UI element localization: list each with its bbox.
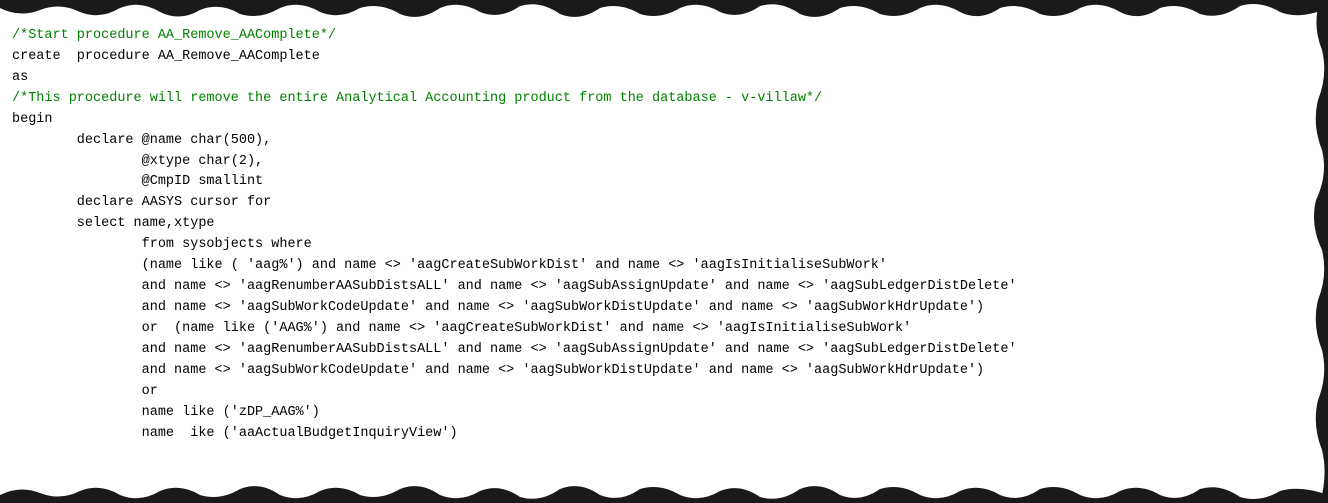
line-4: /*This procedure will remove the entire … bbox=[12, 89, 1298, 110]
line-7: @xtype char(2), bbox=[12, 152, 1298, 173]
line-11: select name,xtype bbox=[12, 214, 1298, 235]
code-container: /*Start procedure AA_Remove_AAComplete*/… bbox=[0, 0, 1328, 503]
line-16: or (name like ('AAG%') and name <> 'aagC… bbox=[12, 319, 1298, 340]
line-17: and name <> 'aagRenumberAASubDistsALL' a… bbox=[12, 340, 1298, 361]
code-block: /*Start procedure AA_Remove_AAComplete*/… bbox=[12, 8, 1316, 462]
line-5: begin bbox=[12, 110, 1298, 131]
line-12: from sysobjects where bbox=[12, 235, 1298, 256]
line-3: as bbox=[12, 68, 1298, 89]
line-13: (name like ( 'aag%') and name <> 'aagCre… bbox=[12, 256, 1298, 277]
line-15: and name <> 'aagSubWorkCodeUpdate' and n… bbox=[12, 298, 1298, 319]
line-10: declare AASYS cursor for bbox=[12, 193, 1298, 214]
line-8: @CmpID smallint bbox=[12, 172, 1298, 193]
line-19: or bbox=[12, 382, 1298, 403]
line-20: name like ('zDP_AAG%') bbox=[12, 403, 1298, 424]
line-1: /*Start procedure AA_Remove_AAComplete*/ bbox=[12, 26, 1298, 47]
line-2: create procedure AA_Remove_AAComplete bbox=[12, 47, 1298, 68]
line-21: name ike ('aaActualBudgetInquiryView') bbox=[12, 424, 1298, 445]
line-18: and name <> 'aagSubWorkCodeUpdate' and n… bbox=[12, 361, 1298, 382]
line-6: declare @name char(500), bbox=[12, 131, 1298, 152]
line-14: and name <> 'aagRenumberAASubDistsALL' a… bbox=[12, 277, 1298, 298]
